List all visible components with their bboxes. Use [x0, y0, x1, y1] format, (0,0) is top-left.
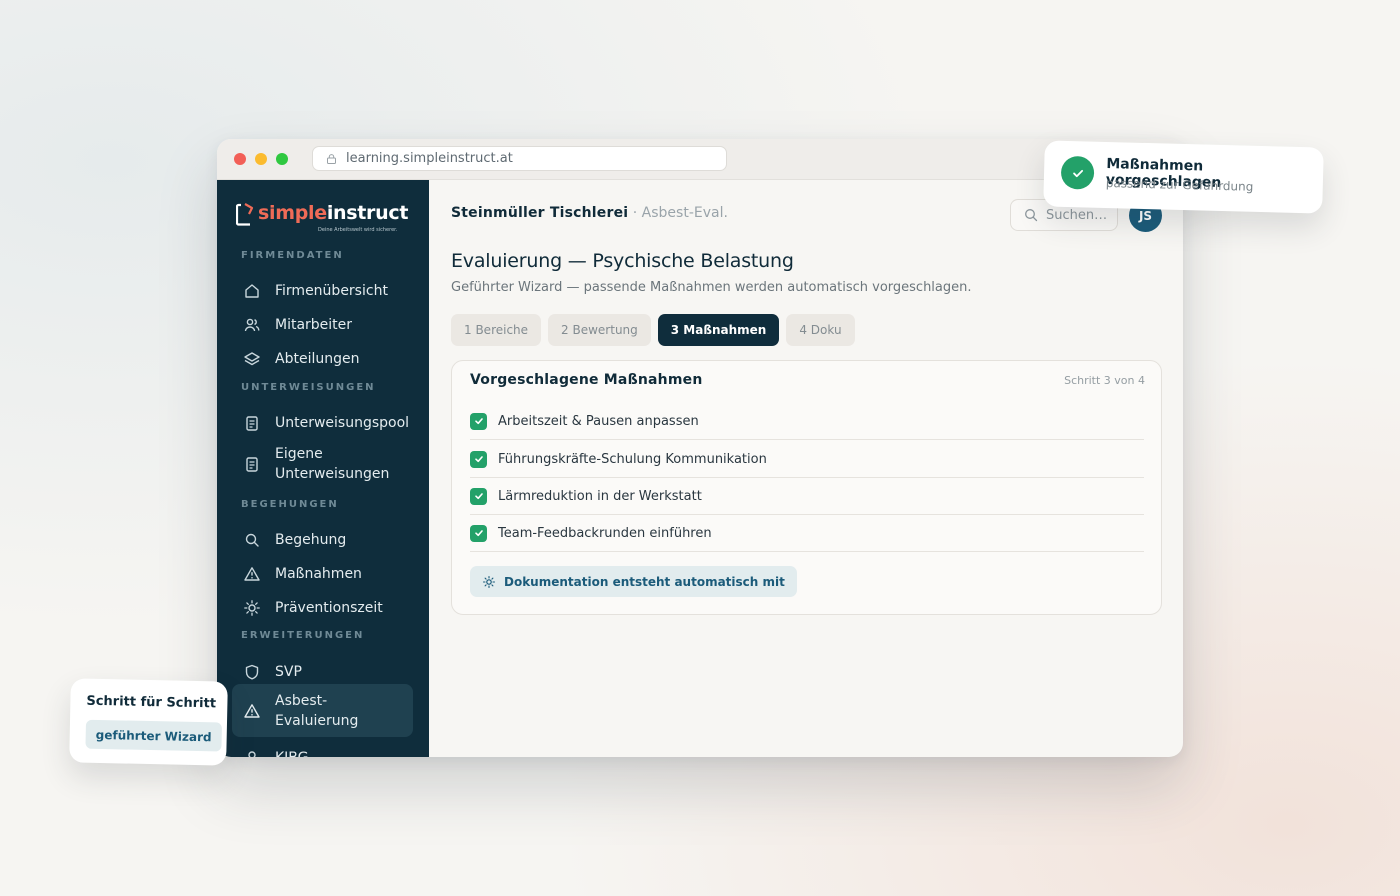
- hint-title: Schritt für Schritt: [86, 693, 217, 712]
- check-icon: [474, 456, 483, 463]
- sidebar: simpleinstruct Deine Arbeitswelt wird si…: [217, 180, 429, 757]
- sidebar-item-asbest-evaluierung[interactable]: Asbest-Evaluierung: [232, 684, 413, 737]
- warning-icon: [243, 702, 261, 720]
- brand-tagline: Deine Arbeitswelt wird sicherer.: [318, 227, 398, 233]
- sidebar-item-eigene-unterweisungen[interactable]: Eigene Unterweisungen: [232, 442, 413, 486]
- checkbox-checked[interactable]: [470, 450, 487, 468]
- check-icon: [474, 493, 483, 500]
- sidebar-item-praeventionszeit[interactable]: Präventionszeit: [232, 593, 413, 623]
- browser-window: learning.simpleinstruct.at simpleinstruc…: [217, 139, 1183, 757]
- logo-mark-icon: [236, 203, 254, 226]
- brand-name: simpleinstruct: [258, 202, 409, 224]
- measure-row[interactable]: Lärmreduktion in der Werkstatt: [470, 478, 1144, 515]
- measure-label: Arbeitszeit & Pausen anpassen: [498, 413, 699, 429]
- search-placeholder: Suchen…: [1046, 207, 1108, 223]
- checkbox-checked[interactable]: [470, 487, 487, 505]
- check-icon: [474, 530, 483, 537]
- checkbox-checked[interactable]: [470, 412, 487, 430]
- measure-row[interactable]: Team-Feedbackrunden einführen: [470, 515, 1144, 552]
- auto-documentation-label: Dokumentation entsteht automatisch mit: [504, 574, 785, 589]
- sidebar-item-abteilungen[interactable]: Abteilungen: [232, 344, 413, 374]
- page-subtitle: Geführter Wizard — passende Maßnahmen we…: [451, 280, 972, 295]
- sidebar-item-kjbg[interactable]: KJBG: [232, 743, 413, 757]
- sidebar-item-massnahmen[interactable]: Maßnahmen: [232, 559, 413, 589]
- browser-titlebar: learning.simpleinstruct.at: [217, 139, 1183, 180]
- users-icon: [243, 316, 261, 334]
- measures-card: Vorgeschlagene Maßnahmen Schritt 3 von 4…: [451, 360, 1162, 615]
- sun-icon: [243, 599, 261, 617]
- sidebar-item-svp[interactable]: SVP: [232, 657, 413, 687]
- success-toast: Maßnahmen vorgeschlagen passend zur Gefä…: [1043, 140, 1324, 214]
- sidebar-item-firmenuebersicht[interactable]: Firmenübersicht: [232, 276, 413, 306]
- clipboard-icon: [243, 414, 261, 432]
- warning-icon: [243, 565, 261, 583]
- sun-icon: [482, 575, 496, 588]
- auto-documentation-badge: Dokumentation entsteht automatisch mit: [470, 566, 797, 597]
- toast-subtitle: passend zur Gefährdung: [1105, 175, 1254, 194]
- measure-row[interactable]: Führungskräfte-Schulung Kommunikation: [470, 441, 1144, 478]
- wizard-step-massnahmen[interactable]: 3 Maßnahmen: [657, 314, 780, 346]
- breadcrumb-company[interactable]: Steinmüller Tischlerei: [451, 205, 628, 221]
- search-icon: [243, 531, 261, 549]
- wizard-hint-card: Schritt für Schritt geführter Wizard: [69, 678, 228, 766]
- breadcrumb: Steinmüller Tischlerei · Asbest-Eval.: [451, 205, 728, 221]
- hint-chip: geführter Wizard: [85, 719, 222, 752]
- wizard-steps: 1 Bereiche 2 Bewertung 3 Maßnahmen 4 Dok…: [451, 314, 855, 346]
- search-icon: [1025, 209, 1038, 222]
- user-icon: [243, 749, 261, 757]
- wizard-step-bewertung[interactable]: 2 Bewertung: [548, 314, 651, 346]
- close-window-button[interactable]: [234, 153, 246, 165]
- home-icon: [243, 282, 261, 300]
- minimize-window-button[interactable]: [255, 153, 267, 165]
- measure-label: Team-Feedbackrunden einführen: [498, 525, 712, 541]
- wizard-step-bereiche[interactable]: 1 Bereiche: [451, 314, 542, 346]
- sidebar-item-mitarbeiter[interactable]: Mitarbeiter: [232, 310, 413, 340]
- section-label-firmendaten: FIRMENDATEN: [241, 250, 344, 261]
- wizard-step-doku[interactable]: 4 Doku: [786, 314, 855, 346]
- breadcrumb-context: · Asbest-Eval.: [632, 205, 728, 221]
- measure-label: Lärmreduktion in der Werkstatt: [498, 488, 702, 504]
- sidebar-item-begehung[interactable]: Begehung: [232, 525, 413, 555]
- check-icon: [474, 418, 483, 425]
- sidebar-item-unterweisungspool[interactable]: Unterweisungspool: [232, 408, 413, 438]
- address-bar[interactable]: learning.simpleinstruct.at: [312, 146, 727, 171]
- clipboard-icon: [243, 455, 261, 473]
- step-indicator: Schritt 3 von 4: [1064, 374, 1145, 387]
- checkbox-checked[interactable]: [470, 524, 487, 542]
- section-label-unterweisungen: UNTERWEISUNGEN: [241, 382, 376, 393]
- measure-row[interactable]: Arbeitszeit & Pausen anpassen: [470, 403, 1144, 440]
- shield-icon: [243, 663, 261, 681]
- url-text: learning.simpleinstruct.at: [346, 151, 513, 166]
- page-title: Evaluierung — Psychische Belastung: [451, 250, 794, 272]
- brand-logo[interactable]: simpleinstruct Deine Arbeitswelt wird si…: [236, 202, 409, 233]
- lock-icon: [327, 153, 336, 164]
- card-title: Vorgeschlagene Maßnahmen: [470, 372, 703, 388]
- main-content: Steinmüller Tischlerei · Asbest-Eval. Su…: [429, 180, 1183, 757]
- layers-icon: [243, 350, 261, 368]
- check-circle-icon: [1060, 155, 1095, 190]
- section-label-erweiterungen: ERWEITERUNGEN: [241, 630, 365, 641]
- maximize-window-button[interactable]: [276, 153, 288, 165]
- section-label-begehungen: BEGEHUNGEN: [241, 499, 339, 510]
- measure-label: Führungskräfte-Schulung Kommunikation: [498, 451, 767, 467]
